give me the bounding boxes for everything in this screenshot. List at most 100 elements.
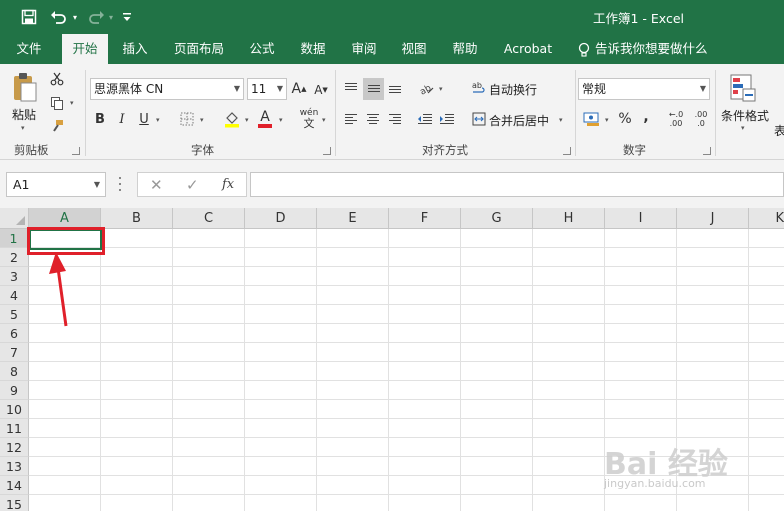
row-header-10[interactable]: 10	[0, 400, 29, 419]
orientation-icon[interactable]: ab	[416, 78, 436, 98]
comma-style-button[interactable]: ,	[640, 108, 652, 126]
percent-button[interactable]: %	[617, 110, 633, 128]
column-header-d[interactable]: D	[245, 208, 317, 229]
cancel-button[interactable]: ✕	[150, 176, 163, 194]
row-header-11[interactable]: 11	[0, 419, 29, 438]
underline-button[interactable]: U	[137, 110, 151, 128]
row-header-3[interactable]: 3	[0, 267, 29, 286]
undo-dropdown-icon[interactable]: ▾	[70, 6, 80, 28]
column-header-h[interactable]: H	[533, 208, 605, 229]
align-bottom-icon[interactable]	[386, 79, 404, 97]
column-header-e[interactable]: E	[317, 208, 389, 229]
copy-dropdown-icon[interactable]: ▾	[70, 99, 74, 107]
conditional-format-dropdown-icon[interactable]: ▾	[741, 124, 745, 132]
wrap-text-button[interactable]: 自动换行	[489, 81, 537, 98]
number-format-select[interactable]: 常规 ▼	[578, 78, 710, 100]
phonetic-dropdown-icon[interactable]: ▾	[322, 116, 326, 124]
column-header-b[interactable]: B	[101, 208, 173, 229]
row-header-4[interactable]: 4	[0, 286, 29, 305]
tab-review[interactable]: 审阅	[344, 34, 384, 64]
fill-color-icon[interactable]	[223, 109, 241, 129]
tab-insert[interactable]: 插入	[114, 34, 156, 64]
undo-icon[interactable]	[48, 6, 70, 28]
format-as-table-button[interactable]: 表	[774, 122, 784, 139]
align-center-icon[interactable]	[364, 110, 382, 128]
conditional-format-icon[interactable]	[728, 72, 760, 106]
tab-data[interactable]: 数据	[293, 34, 333, 64]
align-left-icon[interactable]	[342, 110, 360, 128]
copy-icon[interactable]	[48, 94, 66, 112]
bold-button[interactable]: B	[93, 110, 107, 128]
shrink-font-button[interactable]: A ▼	[314, 81, 328, 99]
customize-quick-access-icon[interactable]	[120, 6, 134, 28]
column-header-k[interactable]: K	[749, 208, 784, 229]
formula-bar-grip-icon[interactable]	[119, 177, 122, 191]
row-header-8[interactable]: 8	[0, 362, 29, 381]
accounting-dropdown-icon[interactable]: ▾	[605, 116, 609, 124]
decrease-decimal-button[interactable]: .00 .0	[690, 108, 712, 130]
column-header-a[interactable]: A	[29, 208, 101, 229]
format-painter-icon[interactable]	[48, 117, 66, 135]
align-top-icon[interactable]	[342, 79, 360, 97]
conditional-format-button[interactable]: 条件格式	[721, 107, 769, 124]
decrease-indent-icon[interactable]	[416, 110, 434, 128]
number-launcher-icon[interactable]	[703, 147, 711, 155]
row-header-1[interactable]: 1	[0, 229, 29, 248]
tab-home[interactable]: 开始	[62, 34, 108, 64]
row-header-14[interactable]: 14	[0, 476, 29, 495]
phonetic-button[interactable]: wén 文	[299, 108, 319, 130]
increase-indent-icon[interactable]	[438, 110, 456, 128]
row-header-12[interactable]: 12	[0, 438, 29, 457]
clipboard-launcher-icon[interactable]	[72, 147, 80, 155]
font-launcher-icon[interactable]	[323, 147, 331, 155]
tab-view[interactable]: 视图	[394, 34, 434, 64]
align-right-icon[interactable]	[386, 110, 404, 128]
formula-input[interactable]	[250, 172, 784, 197]
select-all-button[interactable]	[0, 208, 29, 229]
alignment-launcher-icon[interactable]	[563, 147, 571, 155]
column-header-f[interactable]: F	[389, 208, 461, 229]
merge-center-button[interactable]: 合并后居中	[489, 112, 549, 129]
row-header-2[interactable]: 2	[0, 248, 29, 267]
orientation-dropdown-icon[interactable]: ▾	[439, 85, 443, 93]
fill-color-dropdown-icon[interactable]: ▾	[245, 116, 249, 124]
row-header-7[interactable]: 7	[0, 343, 29, 362]
column-header-i[interactable]: I	[605, 208, 677, 229]
column-header-g[interactable]: G	[461, 208, 533, 229]
tab-file[interactable]: 文件	[8, 34, 50, 64]
paste-icon[interactable]	[8, 70, 42, 106]
row-header-6[interactable]: 6	[0, 324, 29, 343]
font-color-button[interactable]: A	[256, 108, 274, 130]
tell-me-search[interactable]: 告诉我你想要做什么	[595, 34, 708, 64]
grow-font-button[interactable]: A ▲	[292, 79, 307, 99]
increase-decimal-button[interactable]: ←.0 .00	[665, 108, 687, 130]
border-dropdown-icon[interactable]: ▾	[200, 116, 204, 124]
merge-dropdown-icon[interactable]: ▾	[559, 116, 563, 124]
accounting-format-icon[interactable]	[582, 110, 602, 128]
redo-dropdown-icon[interactable]: ▾	[106, 6, 116, 28]
redo-icon[interactable]	[85, 6, 107, 28]
tab-acrobat[interactable]: Acrobat	[498, 34, 558, 64]
name-box[interactable]: A1 ▼	[6, 172, 106, 197]
font-name-select[interactable]: 思源黑体 CN ▼	[90, 78, 244, 100]
paste-button[interactable]: 粘贴	[12, 106, 36, 123]
font-color-dropdown-icon[interactable]: ▾	[279, 116, 283, 124]
tab-help[interactable]: 帮助	[445, 34, 485, 64]
column-header-c[interactable]: C	[173, 208, 245, 229]
save-icon[interactable]	[18, 6, 40, 28]
align-middle-icon[interactable]	[363, 78, 384, 100]
border-icon[interactable]	[179, 111, 195, 127]
italic-button[interactable]: I	[115, 110, 129, 128]
insert-function-button[interactable]: fx	[222, 177, 234, 192]
tab-formulas[interactable]: 公式	[242, 34, 282, 64]
cut-icon[interactable]	[48, 70, 66, 88]
row-header-15[interactable]: 15	[0, 495, 29, 511]
enter-button[interactable]: ✓	[186, 176, 199, 194]
tab-page-layout[interactable]: 页面布局	[168, 34, 230, 64]
row-header-5[interactable]: 5	[0, 305, 29, 324]
font-size-select[interactable]: 11 ▼	[247, 78, 287, 100]
row-header-9[interactable]: 9	[0, 381, 29, 400]
column-header-j[interactable]: J	[677, 208, 749, 229]
underline-dropdown-icon[interactable]: ▾	[156, 116, 160, 124]
paste-dropdown-icon[interactable]: ▾	[21, 124, 25, 132]
